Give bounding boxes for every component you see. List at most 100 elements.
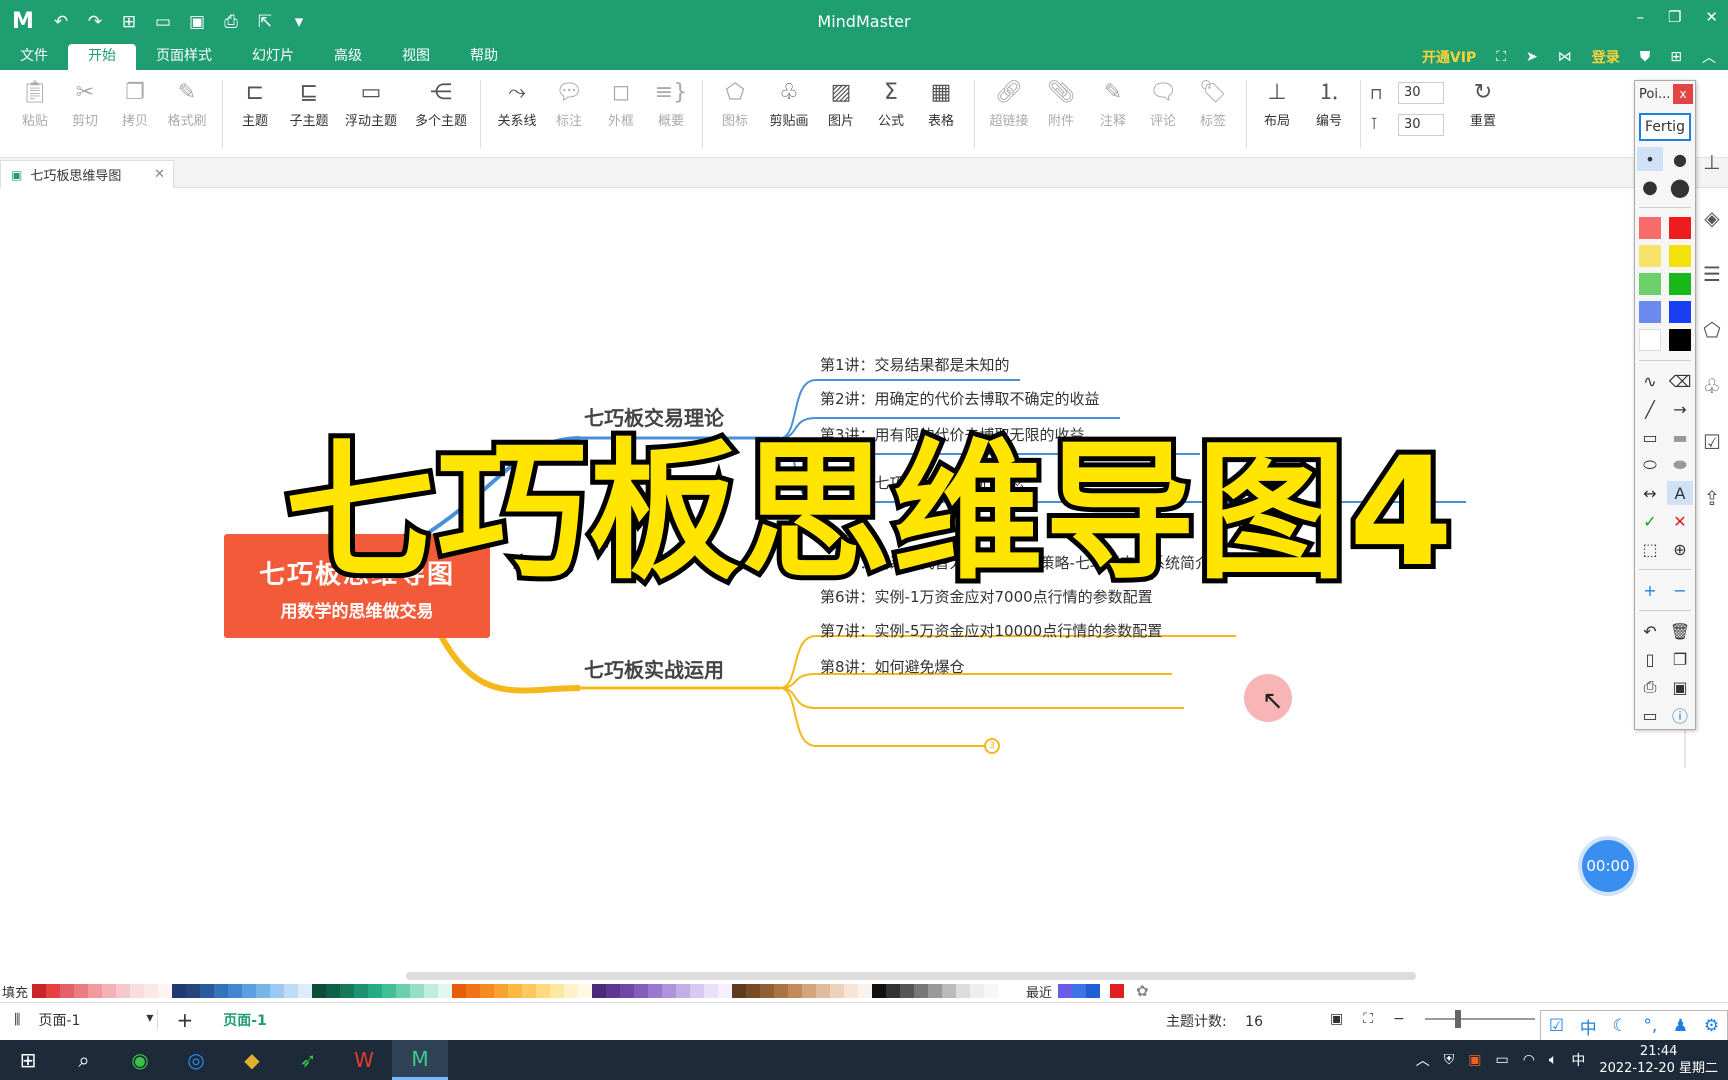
menu-page-style[interactable]: 页面样式 (136, 44, 232, 70)
pen-size-m-icon[interactable]: ● (1637, 175, 1663, 199)
pen-size-l-icon[interactable]: ● (1667, 173, 1693, 201)
vip-button[interactable]: 开通VIP (1422, 47, 1476, 67)
fill-color-swatch[interactable] (144, 984, 158, 998)
fill-color-swatch[interactable] (270, 984, 284, 998)
wifi-icon[interactable]: ◠ (1523, 1052, 1535, 1068)
tray-expand-icon[interactable]: ︿ (1416, 1050, 1430, 1070)
info-icon[interactable]: ⓘ (1667, 703, 1693, 727)
fill-color-swatch[interactable] (746, 984, 760, 998)
pen-color-swatch[interactable] (1637, 300, 1663, 324)
hyperlink-button[interactable]: 🔗︎ 超链接 (982, 78, 1036, 129)
fullscreen-icon[interactable]: ⛶ (1496, 49, 1506, 65)
fill-color-swatch[interactable] (984, 984, 998, 998)
app-icon[interactable]: ◆ (224, 1040, 280, 1080)
pen-color-swatch[interactable] (1667, 272, 1693, 296)
freehand-icon[interactable]: ∿ (1637, 369, 1663, 393)
picture-button[interactable]: ▨ 图片 (814, 78, 868, 129)
rectangle-icon[interactable]: ▭ (1637, 425, 1663, 449)
fit-page-icon[interactable]: ▣ (1330, 1011, 1343, 1027)
pin-icon[interactable]: ⊥ (1696, 150, 1728, 206)
table-button[interactable]: ▦ 表格 (914, 78, 968, 129)
recent-color-swatch[interactable] (1058, 984, 1073, 998)
fill-color-swatch[interactable] (32, 984, 46, 998)
fill-color-swatch[interactable] (578, 984, 592, 998)
fill-color-swatch[interactable] (858, 984, 872, 998)
relationship-button[interactable]: ⤳ 关系线 (490, 78, 544, 129)
outline-icon[interactable]: ☰ (1696, 262, 1728, 318)
fill-color-swatch[interactable] (438, 984, 452, 998)
ime-mode[interactable]: 中 (1580, 1014, 1597, 1039)
shirt-icon[interactable]: ⛊ (1640, 49, 1651, 65)
user-icon[interactable]: ♟ (1673, 1016, 1688, 1036)
volume-icon[interactable]: 🔈︎ (1549, 1052, 1557, 1068)
fill-color-swatch[interactable] (634, 984, 648, 998)
cut-button[interactable]: ✂ 剪切 (58, 78, 112, 129)
undo-icon[interactable]: ↶ (50, 12, 72, 32)
fill-color-swatch[interactable] (872, 984, 886, 998)
mindmap-canvas[interactable]: 七巧板思维导图 用数学的思维做交易 七巧板交易理论 第1讲：交易结果都是未知的 … (0, 188, 1685, 980)
wps-icon[interactable]: W (336, 1040, 392, 1080)
fill-color-swatch[interactable] (620, 984, 634, 998)
fill-color-swatch[interactable] (200, 984, 214, 998)
formula-button[interactable]: Σ 公式 (864, 78, 918, 129)
line-icon[interactable]: ╱ (1637, 397, 1663, 421)
recent-color-swatch[interactable] (1072, 984, 1087, 998)
apps-icon[interactable]: ⊞ (1670, 49, 1682, 65)
fill-color-swatch[interactable] (606, 984, 620, 998)
pen-color-swatch[interactable] (1637, 216, 1663, 240)
clipart-button[interactable]: ♧ 剪贴画 (762, 78, 816, 129)
punctuation-icon[interactable]: °, (1643, 1016, 1657, 1036)
floating-topic-button[interactable]: ▭ 浮动主题 (344, 78, 398, 129)
pen-color-swatch[interactable] (1667, 244, 1693, 268)
new-icon[interactable]: ⊞ (118, 12, 140, 32)
text-icon[interactable]: A (1667, 481, 1693, 505)
fill-color-swatch[interactable] (886, 984, 900, 998)
fill-color-swatch[interactable] (732, 984, 746, 998)
filled-rectangle-icon[interactable]: ▬ (1667, 425, 1693, 449)
wechat-icon[interactable]: ◉ (112, 1040, 168, 1080)
filled-ellipse-icon[interactable]: ⬬ (1667, 453, 1693, 477)
screen-icon[interactable]: ▭ (1637, 703, 1663, 727)
topic-button[interactable]: ⊏ 主题 (228, 78, 282, 129)
subtopic-lesson-2[interactable]: 第2讲：用确定的代价去博取不确定的收益 (820, 388, 1100, 409)
fill-color-swatch[interactable] (928, 984, 942, 998)
summary-button[interactable]: ≡} 概要 (644, 78, 698, 129)
redo-icon[interactable]: ↷ (84, 12, 106, 32)
menu-file[interactable]: 文件 (0, 44, 68, 70)
subtopic-lesson-7[interactable]: 第7讲：实例-5万资金应对10000点行情的参数配置 (820, 620, 1162, 641)
undo-drawing-icon[interactable]: ↶ (1637, 619, 1663, 643)
copy-drawing-icon[interactable]: ❐ (1667, 647, 1693, 671)
palette-close-icon[interactable]: x (1673, 84, 1693, 104)
paste-button[interactable]: 📋︎ 粘贴 (8, 78, 62, 129)
fill-color-swatch[interactable] (466, 984, 480, 998)
fill-color-swatch[interactable] (788, 984, 802, 998)
fit-width-icon[interactable]: ⛶ (1363, 1011, 1373, 1027)
copy-button[interactable]: ❐ 拷贝 (108, 78, 162, 129)
fill-color-swatch[interactable] (46, 984, 60, 998)
fill-color-swatch[interactable] (410, 984, 424, 998)
tag-button[interactable]: 🏷︎ 标签 (1186, 78, 1240, 129)
zoom-slider[interactable] (1424, 1010, 1535, 1028)
fill-color-swatch[interactable] (774, 984, 788, 998)
fill-color-swatch[interactable] (60, 984, 74, 998)
collapse-ribbon-icon[interactable]: ︿ (1702, 47, 1716, 67)
zoom-region-icon[interactable]: ⊕ (1667, 537, 1693, 561)
pen-color-swatch[interactable] (1667, 328, 1693, 352)
fill-color-swatch[interactable] (74, 984, 88, 998)
recording-timer[interactable]: 00:00 (1582, 840, 1634, 892)
page-list-icon[interactable]: ⫼ (14, 1012, 20, 1028)
start-icon[interactable]: ⊞ (0, 1040, 56, 1080)
fill-color-swatch[interactable] (214, 984, 228, 998)
trash-icon[interactable]: 🗑︎ (1667, 619, 1693, 643)
cross-icon[interactable]: ✕ (1667, 509, 1693, 533)
minimize-icon[interactable]: – (1636, 8, 1644, 26)
search-icon[interactable]: ⌕ (56, 1040, 112, 1080)
dragon-app-icon[interactable]: ➶ (280, 1040, 336, 1080)
numbering-button[interactable]: ⒈ 编号 (1302, 78, 1356, 129)
fill-color-swatch[interactable] (340, 984, 354, 998)
pen-color-swatch[interactable] (1667, 216, 1693, 240)
fill-color-swatch[interactable] (830, 984, 844, 998)
fill-color-swatch[interactable] (998, 984, 1012, 998)
fill-color-swatch[interactable] (186, 984, 200, 998)
fill-color-swatch[interactable] (508, 984, 522, 998)
